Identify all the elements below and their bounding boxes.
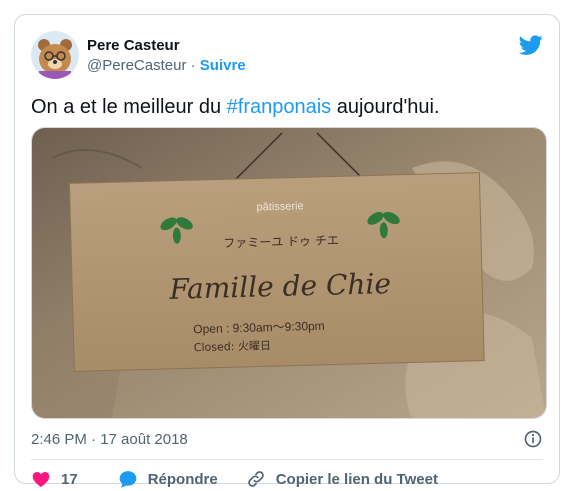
sign-photo: pâtisserie ファミーユ ドゥ チエ Famille de Chie O… bbox=[32, 128, 546, 418]
heart-icon bbox=[32, 472, 50, 487]
user-handle[interactable]: @PereCasteur bbox=[87, 57, 186, 74]
tweet-actions: 17 Répondre Copier le lien du Tweet bbox=[31, 467, 438, 491]
reply-icon bbox=[119, 471, 137, 488]
handle-row: @PereCasteur · Suivre bbox=[87, 57, 246, 74]
twitter-bird-icon[interactable] bbox=[519, 33, 543, 57]
sign-closed: Closed: 火曜日 bbox=[194, 339, 271, 354]
tweet-text: On a et le meilleur du #franponais aujou… bbox=[31, 95, 440, 119]
avatar[interactable] bbox=[31, 31, 79, 79]
tweet-text-before: On a et le meilleur du bbox=[31, 96, 227, 118]
avatar-bear-image bbox=[31, 31, 79, 79]
link-icon bbox=[247, 471, 264, 487]
display-name[interactable]: Pere Casteur bbox=[87, 37, 180, 54]
sign-small-text: pâtisserie bbox=[256, 200, 303, 213]
reply-label: Répondre bbox=[147, 470, 218, 488]
separator: · bbox=[190, 57, 196, 74]
hashtag-link[interactable]: #franponais bbox=[227, 96, 332, 118]
like-count: 17 bbox=[61, 470, 78, 488]
sign-title: Famille de Chie bbox=[168, 267, 391, 306]
divider bbox=[31, 459, 543, 460]
tweet-card[interactable]: Pere Casteur @PereCasteur · Suivre On a … bbox=[14, 14, 560, 488]
copy-link-label: Copier le lien du Tweet bbox=[275, 470, 438, 488]
follow-button[interactable]: Suivre bbox=[200, 57, 246, 74]
like-button[interactable]: 17 bbox=[31, 469, 78, 489]
tweet-photo[interactable]: pâtisserie ファミーユ ドゥ チエ Famille de Chie O… bbox=[31, 127, 547, 419]
info-icon[interactable] bbox=[523, 429, 543, 449]
reply-button[interactable]: Répondre bbox=[118, 469, 218, 489]
tweet-text-after: aujourd'hui. bbox=[331, 96, 440, 118]
wooden-sign: pâtisserie ファミーユ ドゥ チエ Famille de Chie O… bbox=[68, 172, 485, 372]
tweet-timestamp[interactable]: 2:46 PM · 17 août 2018 bbox=[31, 431, 188, 448]
copy-link-button[interactable]: Copier le lien du Tweet bbox=[246, 469, 438, 489]
